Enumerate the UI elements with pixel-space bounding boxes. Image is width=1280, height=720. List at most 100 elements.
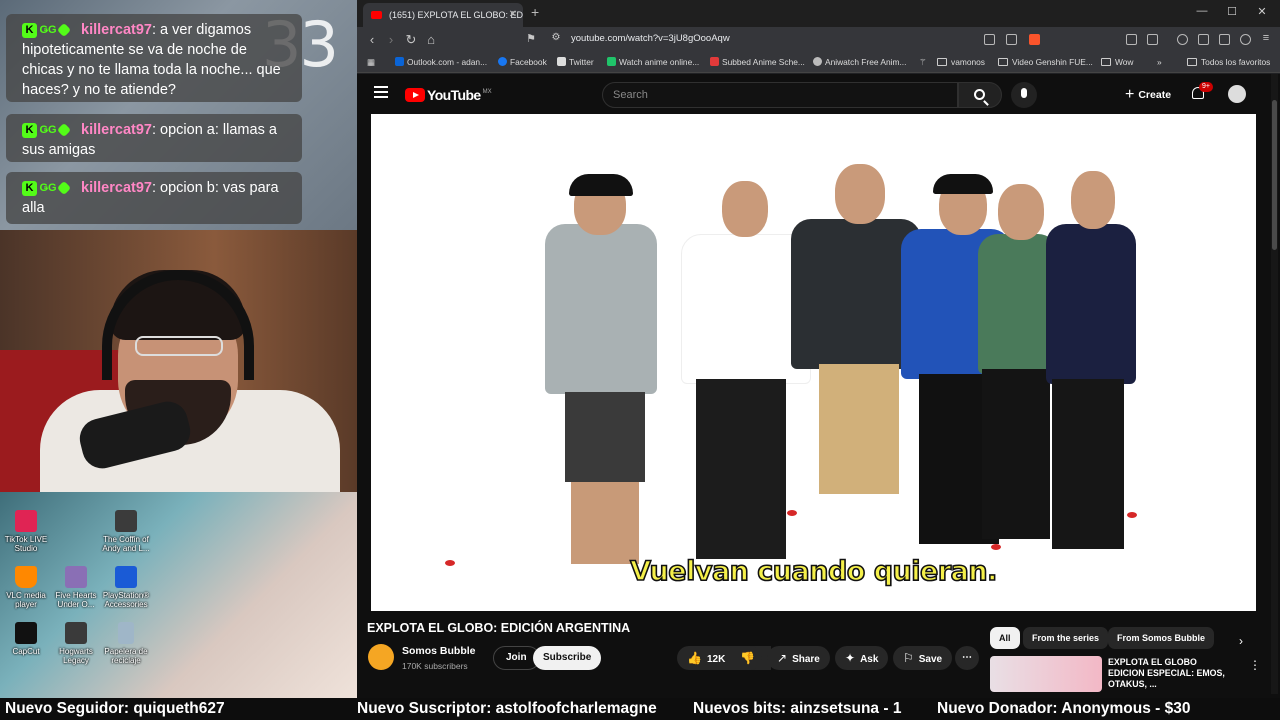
bookmark-page-icon[interactable]: ⚑ <box>522 32 540 45</box>
tab-youtube[interactable]: (1651) EXPLOTA EL GLOBO: EDIC ✕ <box>363 3 523 27</box>
bookmark-twitter[interactable]: Twitter <box>557 57 594 67</box>
ask-button[interactable]: ✦ Ask <box>835 646 889 670</box>
all-favorites[interactable]: Todos los favoritos <box>1187 57 1270 67</box>
maximize-icon[interactable]: ☐ <box>1217 5 1247 18</box>
minimize-icon[interactable]: — <box>1187 5 1217 17</box>
close-tab-icon[interactable]: ✕ <box>509 3 517 27</box>
desktop-icon-capcut[interactable]: CapCut <box>0 622 52 656</box>
create-label: Create <box>1138 89 1172 101</box>
bookmark-subbed-anime[interactable]: Subbed Anime Sche... <box>710 57 805 67</box>
channel-avatar[interactable] <box>368 644 394 670</box>
bookmark-extra-icon[interactable]: ⚚ <box>919 57 927 67</box>
kick-badge-icon: K <box>22 22 37 38</box>
video-player[interactable]: Vuelvan cuando quieran. <box>371 114 1256 611</box>
chat-message: K ǤG killercat97: opcion a: llamas a sus … <box>6 114 302 162</box>
desktop-icon-label: The Coffin of Andy and L... <box>102 535 150 553</box>
stream-ticker: Nuevo Seguidor: quiqueth627 Nuevo Suscri… <box>0 698 1280 720</box>
sidebar-icon[interactable] <box>1147 34 1158 45</box>
recommended-thumbnail[interactable] <box>990 656 1102 692</box>
menu-icon[interactable]: ≡ <box>1257 32 1275 44</box>
subscribe-button[interactable]: Subscribe <box>533 646 602 670</box>
bookmark-facebook[interactable]: Facebook <box>498 57 547 67</box>
url-field[interactable]: youtube.com/watch?v=3jU8gOooAqw <box>571 33 730 44</box>
folder-icon <box>1101 58 1111 66</box>
voice-search-icon[interactable] <box>1011 82 1037 108</box>
gifter-badge-icon: ǤG <box>39 181 57 194</box>
webcam-feed <box>0 230 357 492</box>
dislike-button[interactable]: 👎 <box>732 646 762 670</box>
desktop-icon-vlc[interactable]: VLC media player <box>0 566 52 609</box>
bookmark-label: Watch anime online... <box>619 57 700 67</box>
desktop-icon-tiktok[interactable]: TikTok LIVE Studio <box>0 510 52 553</box>
bookmark-label: Subbed Anime Sche... <box>722 57 805 67</box>
bookmark-icon: ⚐ <box>903 651 914 665</box>
hamburger-menu-icon[interactable] <box>374 86 388 98</box>
chip-all[interactable]: All <box>990 627 1020 649</box>
download-icon[interactable] <box>1219 34 1230 45</box>
search-input[interactable]: Search <box>602 82 958 108</box>
site-info-icon[interactable]: ⚙ <box>547 32 565 43</box>
desktop-icon-recycle-bin[interactable]: Papelera de reciclaje <box>100 622 152 665</box>
thumbs-up-icon: 👍 <box>687 651 702 665</box>
glasses <box>135 336 223 356</box>
chevron-right-icon[interactable]: › <box>1239 634 1243 648</box>
chip-from-channel[interactable]: From Somos Bubble <box>1108 627 1215 649</box>
bookmark-aniwatch[interactable]: Aniwatch Free Anim... <box>813 57 906 67</box>
youtube-logo[interactable]: YouTube MX <box>405 86 492 103</box>
home-icon[interactable]: ⌂ <box>422 32 440 47</box>
reload-icon[interactable]: ↻ <box>402 32 420 48</box>
extensions-icon[interactable] <box>1126 34 1137 45</box>
capcut-icon <box>15 622 37 644</box>
diamond-badge-icon <box>56 181 72 196</box>
cap-icon <box>569 174 633 196</box>
share-page-icon[interactable] <box>1006 34 1017 45</box>
vpn-icon[interactable] <box>1240 34 1251 45</box>
desktop-icon-five-hearts[interactable]: Five Hearts Under O... <box>50 566 102 609</box>
bookmark-outlook[interactable]: Outlook.com - adan... <box>395 57 487 67</box>
desktop-icon-playstation[interactable]: PlayStation® Accessories <box>100 566 152 609</box>
video-subtitle: Vuelvan cuando quieran. <box>629 555 998 588</box>
install-app-icon[interactable] <box>984 34 995 45</box>
folder-icon <box>998 58 1008 66</box>
browser-window: (1651) EXPLOTA EL GLOBO: EDIC ✕ + — ☐ ✕ … <box>357 0 1280 698</box>
share-button[interactable]: ↗ Share <box>767 646 830 670</box>
bookmark-folder-vamonos[interactable]: vamonos <box>937 57 985 67</box>
thumbs-down-icon: 👎 <box>740 651 755 665</box>
bookmark-watch-anime[interactable]: Watch anime online... <box>607 57 699 67</box>
back-icon[interactable]: ‹ <box>363 32 381 47</box>
new-tab-icon[interactable]: + <box>531 4 539 20</box>
bookmark-folder-genshin[interactable]: Video Genshin FUE... <box>998 57 1093 67</box>
brave-shield-icon[interactable] <box>1029 34 1040 45</box>
forward-icon[interactable]: › <box>382 32 400 47</box>
chat-badges: K ǤG <box>22 20 72 40</box>
wallet-icon[interactable] <box>1198 34 1209 45</box>
ask-label: Ask <box>860 654 879 665</box>
recommended-title[interactable]: EXPLOTA EL GLOBO EDICION ESPECIAL: EMOS,… <box>1108 657 1233 690</box>
account-avatar[interactable] <box>1228 85 1246 103</box>
scrollbar-thumb[interactable] <box>1272 100 1277 250</box>
sparkle-icon: ✦ <box>845 651 856 665</box>
page-scrollbar[interactable] <box>1271 74 1278 694</box>
playstation-icon <box>115 566 137 588</box>
music-icon[interactable] <box>1177 34 1188 45</box>
bookmark-label: Outlook.com - adan... <box>407 57 488 67</box>
close-window-icon[interactable]: ✕ <box>1247 5 1277 18</box>
save-button[interactable]: ⚐ Save <box>893 646 953 670</box>
desktop-icon-hogwarts[interactable]: Hogwarts Legacy <box>50 622 102 665</box>
chip-from-series[interactable]: From the series <box>1023 627 1109 649</box>
channel-name[interactable]: Somos Bubble <box>402 645 476 657</box>
stream-overlay: 33 KǤG killercat97: a ver digamos hipote… <box>0 0 357 698</box>
balloon-fragment <box>1127 512 1137 518</box>
desktop-icon-coffin[interactable]: The Coffin of Andy and L... <box>100 510 152 553</box>
apps-grid-icon[interactable]: ▦ <box>367 57 375 67</box>
diamond-badge-icon <box>56 23 72 38</box>
create-button[interactable]: + Create <box>1117 82 1179 108</box>
chat-username: killercat97 <box>81 180 152 196</box>
recommended-menu-icon[interactable]: ⋮ <box>1249 658 1261 672</box>
more-actions-icon[interactable]: ⋯ <box>955 646 979 670</box>
bookmark-folder-wow[interactable]: Wow <box>1101 57 1133 67</box>
search-button[interactable] <box>958 82 1002 108</box>
more-bookmarks-icon[interactable]: » <box>1157 57 1162 67</box>
video-title: EXPLOTA EL GLOBO: EDICIÓN ARGENTINA <box>367 621 631 635</box>
notification-count-badge: 9+ <box>1199 82 1213 92</box>
